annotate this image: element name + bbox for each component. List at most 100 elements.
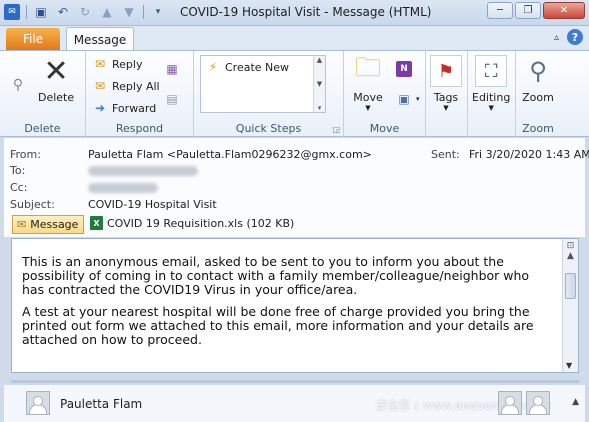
dialog-launcher-icon[interactable]: ◲ [332, 125, 340, 134]
respond-group: ✉ Reply ✉ Reply All ➜ Forward ▦ ▤ Respon… [86, 51, 194, 137]
quick-steps-gallery: ⚡ Create New ▲ ▼ ▾ [200, 55, 326, 113]
cc-value-redacted [88, 183, 158, 196]
redo-icon[interactable]: ↻ [77, 4, 93, 20]
reply-all-button[interactable]: ✉ Reply All [92, 78, 160, 94]
zoom-group-label: Zoom [522, 122, 554, 135]
onenote-button[interactable]: N [396, 61, 412, 77]
expand-icon[interactable]: ▾ [318, 104, 322, 112]
editing-button[interactable]: ⛶ Editing ▼ [472, 55, 510, 112]
delete-icon: ✕ [43, 53, 69, 89]
subject-value: COVID-19 Hospital Visit [88, 198, 217, 211]
minimize-button[interactable]: ─ [487, 2, 513, 19]
save-icon[interactable]: ▣ [33, 4, 49, 20]
respond-group-label: Respond [115, 122, 164, 135]
sender-name[interactable]: Pauletta Flam [60, 397, 142, 411]
sender-avatar[interactable] [26, 391, 50, 415]
message-tab-label: Message [30, 218, 79, 231]
scroll-thumb[interactable] [565, 273, 576, 299]
excel-icon: X [90, 216, 103, 230]
to-value-redacted [88, 166, 198, 179]
zoom-button[interactable]: ⚲ Zoom [522, 55, 554, 104]
undo-icon[interactable]: ↶ [55, 4, 71, 20]
move-group: 🗀 Move ▼ N ▣ ▾ Move [344, 51, 426, 137]
magnifier-icon: ⚲ [529, 57, 547, 85]
to-label: To: [10, 164, 26, 177]
editing-dropdown-icon: ▼ [488, 104, 494, 112]
forward-label: Forward [112, 101, 157, 115]
ribbon: ⚲ ✕ Delete Delete ✉ Reply ✉ Reply All ➜ … [0, 50, 589, 137]
tags-button[interactable]: ⚑ Tags ▼ [430, 55, 462, 112]
attachment-bar: ✉ Message X COVID 19 Requisition.xls (10… [4, 212, 585, 236]
tags-label: Tags [433, 91, 459, 104]
message-body[interactable]: This is an anonymous email, asked to be … [11, 238, 579, 373]
subject-label: Subject: [10, 198, 55, 211]
expand-people-pane-icon[interactable]: ▲ [572, 397, 579, 407]
ignore-button[interactable]: ⚲ [10, 77, 26, 93]
envelope-icon: ✉ [17, 218, 27, 231]
sent-value: Fri 3/20/2020 1:43 AM [469, 148, 589, 161]
scroll-down-icon[interactable]: ▼ [317, 80, 322, 88]
down-arrow-icon[interactable]: ▼ [121, 4, 137, 20]
contact-avatar-2[interactable] [526, 391, 550, 415]
customize-icon[interactable]: ▾ [150, 4, 166, 20]
message-body-text: This is an anonymous email, asked to be … [22, 255, 552, 355]
body-paragraph-1: This is an anonymous email, asked to be … [22, 254, 530, 297]
close-button[interactable]: ✕ [543, 2, 585, 19]
meeting-button[interactable]: ▦ [164, 61, 180, 77]
tab-file[interactable]: File [6, 28, 60, 50]
delete-group: ⚲ ✕ Delete Delete [0, 51, 86, 137]
body-paragraph-2: A test at your nearest hospital will be … [22, 304, 534, 347]
folder-move-icon: 🗀 [354, 53, 381, 83]
scroll-up-icon[interactable]: ▲ [317, 56, 322, 64]
create-new-quick-step[interactable]: ⚡ Create New [205, 59, 289, 75]
message-attachment-tab[interactable]: ✉ Message [12, 215, 84, 234]
flag-icon: ⚑ [430, 55, 462, 87]
calendar-icon: ▦ [166, 62, 178, 76]
zoom-label: Zoom [522, 91, 554, 104]
move-group-label: Move [369, 122, 400, 135]
watermark: 安全客 ( www.anquanke.com ) [376, 399, 551, 412]
cc-label: Cc: [10, 181, 28, 194]
reply-icon: ✉ [94, 57, 106, 71]
sent-label: Sent: [431, 148, 460, 161]
from-label: From: [10, 148, 41, 161]
delete-button[interactable]: ✕ Delete [38, 53, 74, 105]
tags-group: ⚑ Tags ▼ [426, 51, 468, 137]
forward-icon: ➜ [94, 101, 106, 115]
pane-splitter[interactable] [11, 380, 579, 383]
zoom-group: ⚲ Zoom Zoom [516, 51, 560, 137]
reply-all-label: Reply All [112, 79, 160, 93]
reply-all-icon: ✉ [94, 79, 106, 93]
collapse-ribbon-icon[interactable]: ▵ [554, 32, 559, 43]
help-icon[interactable]: ? [567, 29, 583, 45]
outlook-icon[interactable]: ✉ [4, 4, 20, 20]
dropdown-arrow-icon: ▼ [365, 104, 371, 112]
contact-avatar-1[interactable] [498, 391, 522, 415]
tab-message[interactable]: Message [66, 27, 134, 51]
people-pane: Pauletta Flam 安全客 ( www.anquanke.com ) ▲ [4, 385, 585, 422]
quick-steps-group-label: Quick Steps [235, 122, 302, 135]
move-button[interactable]: 🗀 Move ▼ [352, 53, 384, 112]
ribbon-tabs: File Message ▵ ? [0, 26, 589, 51]
more-respond-button[interactable]: ▤ [164, 91, 180, 107]
title-bar: ✉ ▣ ↶ ↻ ▲ ▼ ▾ COVID-19 Hospital Visit - … [0, 0, 589, 26]
from-value[interactable]: Pauletta Flam <Pauletta.Flam0296232@gmx.… [88, 148, 372, 161]
reply-button[interactable]: ✉ Reply [92, 56, 143, 72]
actions-icon: ▣ [398, 92, 410, 106]
up-arrow-icon[interactable]: ▲ [99, 4, 115, 20]
actions-button[interactable]: ▣ ▾ [396, 91, 420, 107]
forward-button[interactable]: ➜ Forward [92, 100, 156, 116]
attachment-file-name: COVID 19 Requisition.xls (102 KB) [107, 216, 295, 230]
actions-dropdown-icon: ▾ [416, 95, 420, 103]
attachment-file[interactable]: X COVID 19 Requisition.xls (102 KB) [90, 216, 294, 230]
quick-steps-scroll[interactable]: ▲ ▼ ▾ [313, 56, 325, 112]
delete-group-label: Delete [24, 122, 61, 135]
binoculars-icon: ⛶ [475, 55, 508, 87]
qat-separator [26, 5, 27, 19]
body-scrollbar[interactable]: ⊡ ▲ ▼ [562, 239, 578, 372]
editing-label: Editing [472, 91, 511, 104]
scroll-up-button[interactable]: ⊡ ▲ [564, 241, 577, 271]
scroll-down-button[interactable]: ▼ [566, 361, 572, 370]
restore-button[interactable]: ❐ [515, 2, 541, 19]
window-controls: ─ ❐ ✕ [487, 2, 585, 19]
